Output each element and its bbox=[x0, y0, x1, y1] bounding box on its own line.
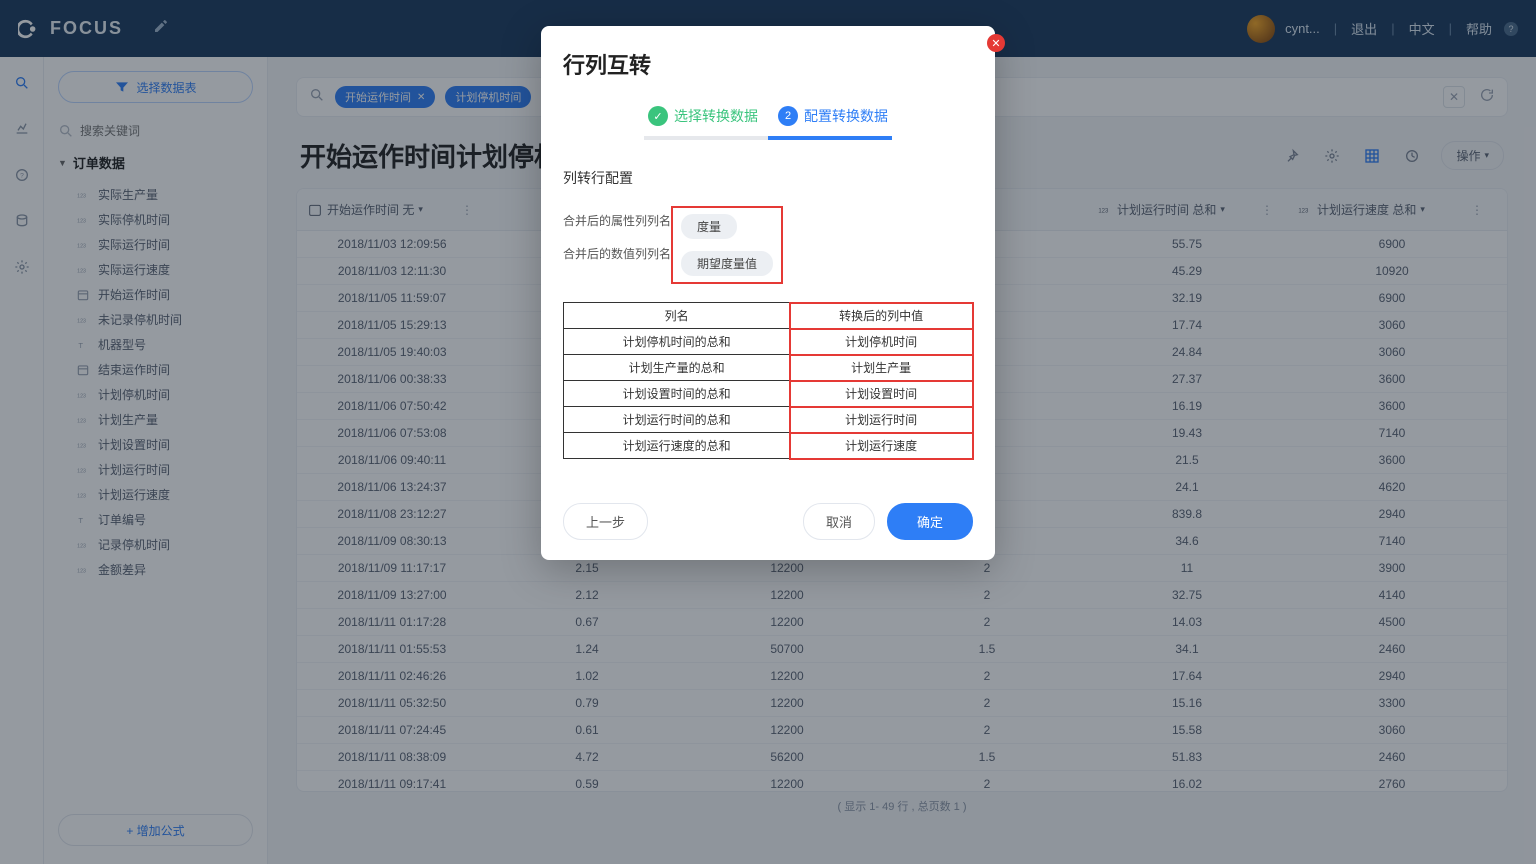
cfg-cell: 计划设置时间 bbox=[790, 381, 973, 407]
step-1-label: 选择转换数据 bbox=[674, 106, 758, 126]
cfg-cell: 计划运行时间 bbox=[790, 407, 973, 433]
cfg-cell: 计划生产量的总和 bbox=[564, 355, 790, 381]
cfg-cell: 计划运行速度 bbox=[790, 433, 973, 459]
cfg-cell: 计划运行时间的总和 bbox=[564, 407, 790, 433]
cfg-th-1: 列名 bbox=[564, 303, 790, 329]
modal-title: 行列互转 bbox=[563, 48, 973, 80]
cfg-cell: 计划生产量 bbox=[790, 355, 973, 381]
step-2: 2 配置转换数据 bbox=[778, 106, 888, 126]
step-progress bbox=[644, 136, 892, 140]
check-icon: ✓ bbox=[648, 106, 668, 126]
step-indicator: ✓ 选择转换数据 2 配置转换数据 bbox=[563, 106, 973, 126]
step-1: ✓ 选择转换数据 bbox=[648, 106, 758, 126]
cfg-cell: 计划设置时间的总和 bbox=[564, 381, 790, 407]
value-col-label: 合并后的数值列列名 bbox=[563, 245, 671, 262]
attr-col-label: 合并后的属性列列名 bbox=[563, 212, 671, 229]
attr-col-chip[interactable]: 度量 bbox=[681, 214, 737, 239]
section-title: 列转行配置 bbox=[563, 168, 973, 188]
cfg-cell: 计划运行速度的总和 bbox=[564, 433, 790, 459]
cancel-button[interactable]: 取消 bbox=[803, 503, 875, 540]
cfg-th-2: 转换后的列中值 bbox=[790, 303, 973, 329]
cfg-cell: 计划停机时间 bbox=[790, 329, 973, 355]
transpose-modal: ✕ 行列互转 ✓ 选择转换数据 2 配置转换数据 列转行配置 合并后的属性列列名… bbox=[541, 26, 995, 560]
step-2-label: 配置转换数据 bbox=[804, 106, 888, 126]
modal-actions: 上一步 取消 确定 bbox=[563, 503, 973, 540]
cfg-cell: 计划停机时间的总和 bbox=[564, 329, 790, 355]
modal-close-button[interactable]: ✕ bbox=[987, 34, 1005, 52]
prev-button[interactable]: 上一步 bbox=[563, 503, 648, 540]
value-col-chip[interactable]: 期望度量值 bbox=[681, 251, 773, 276]
config-table: 列名 转换后的列中值 计划停机时间的总和计划停机时间计划生产量的总和计划生产量计… bbox=[563, 302, 973, 459]
step-2-badge: 2 bbox=[778, 106, 798, 126]
confirm-button[interactable]: 确定 bbox=[887, 503, 973, 540]
